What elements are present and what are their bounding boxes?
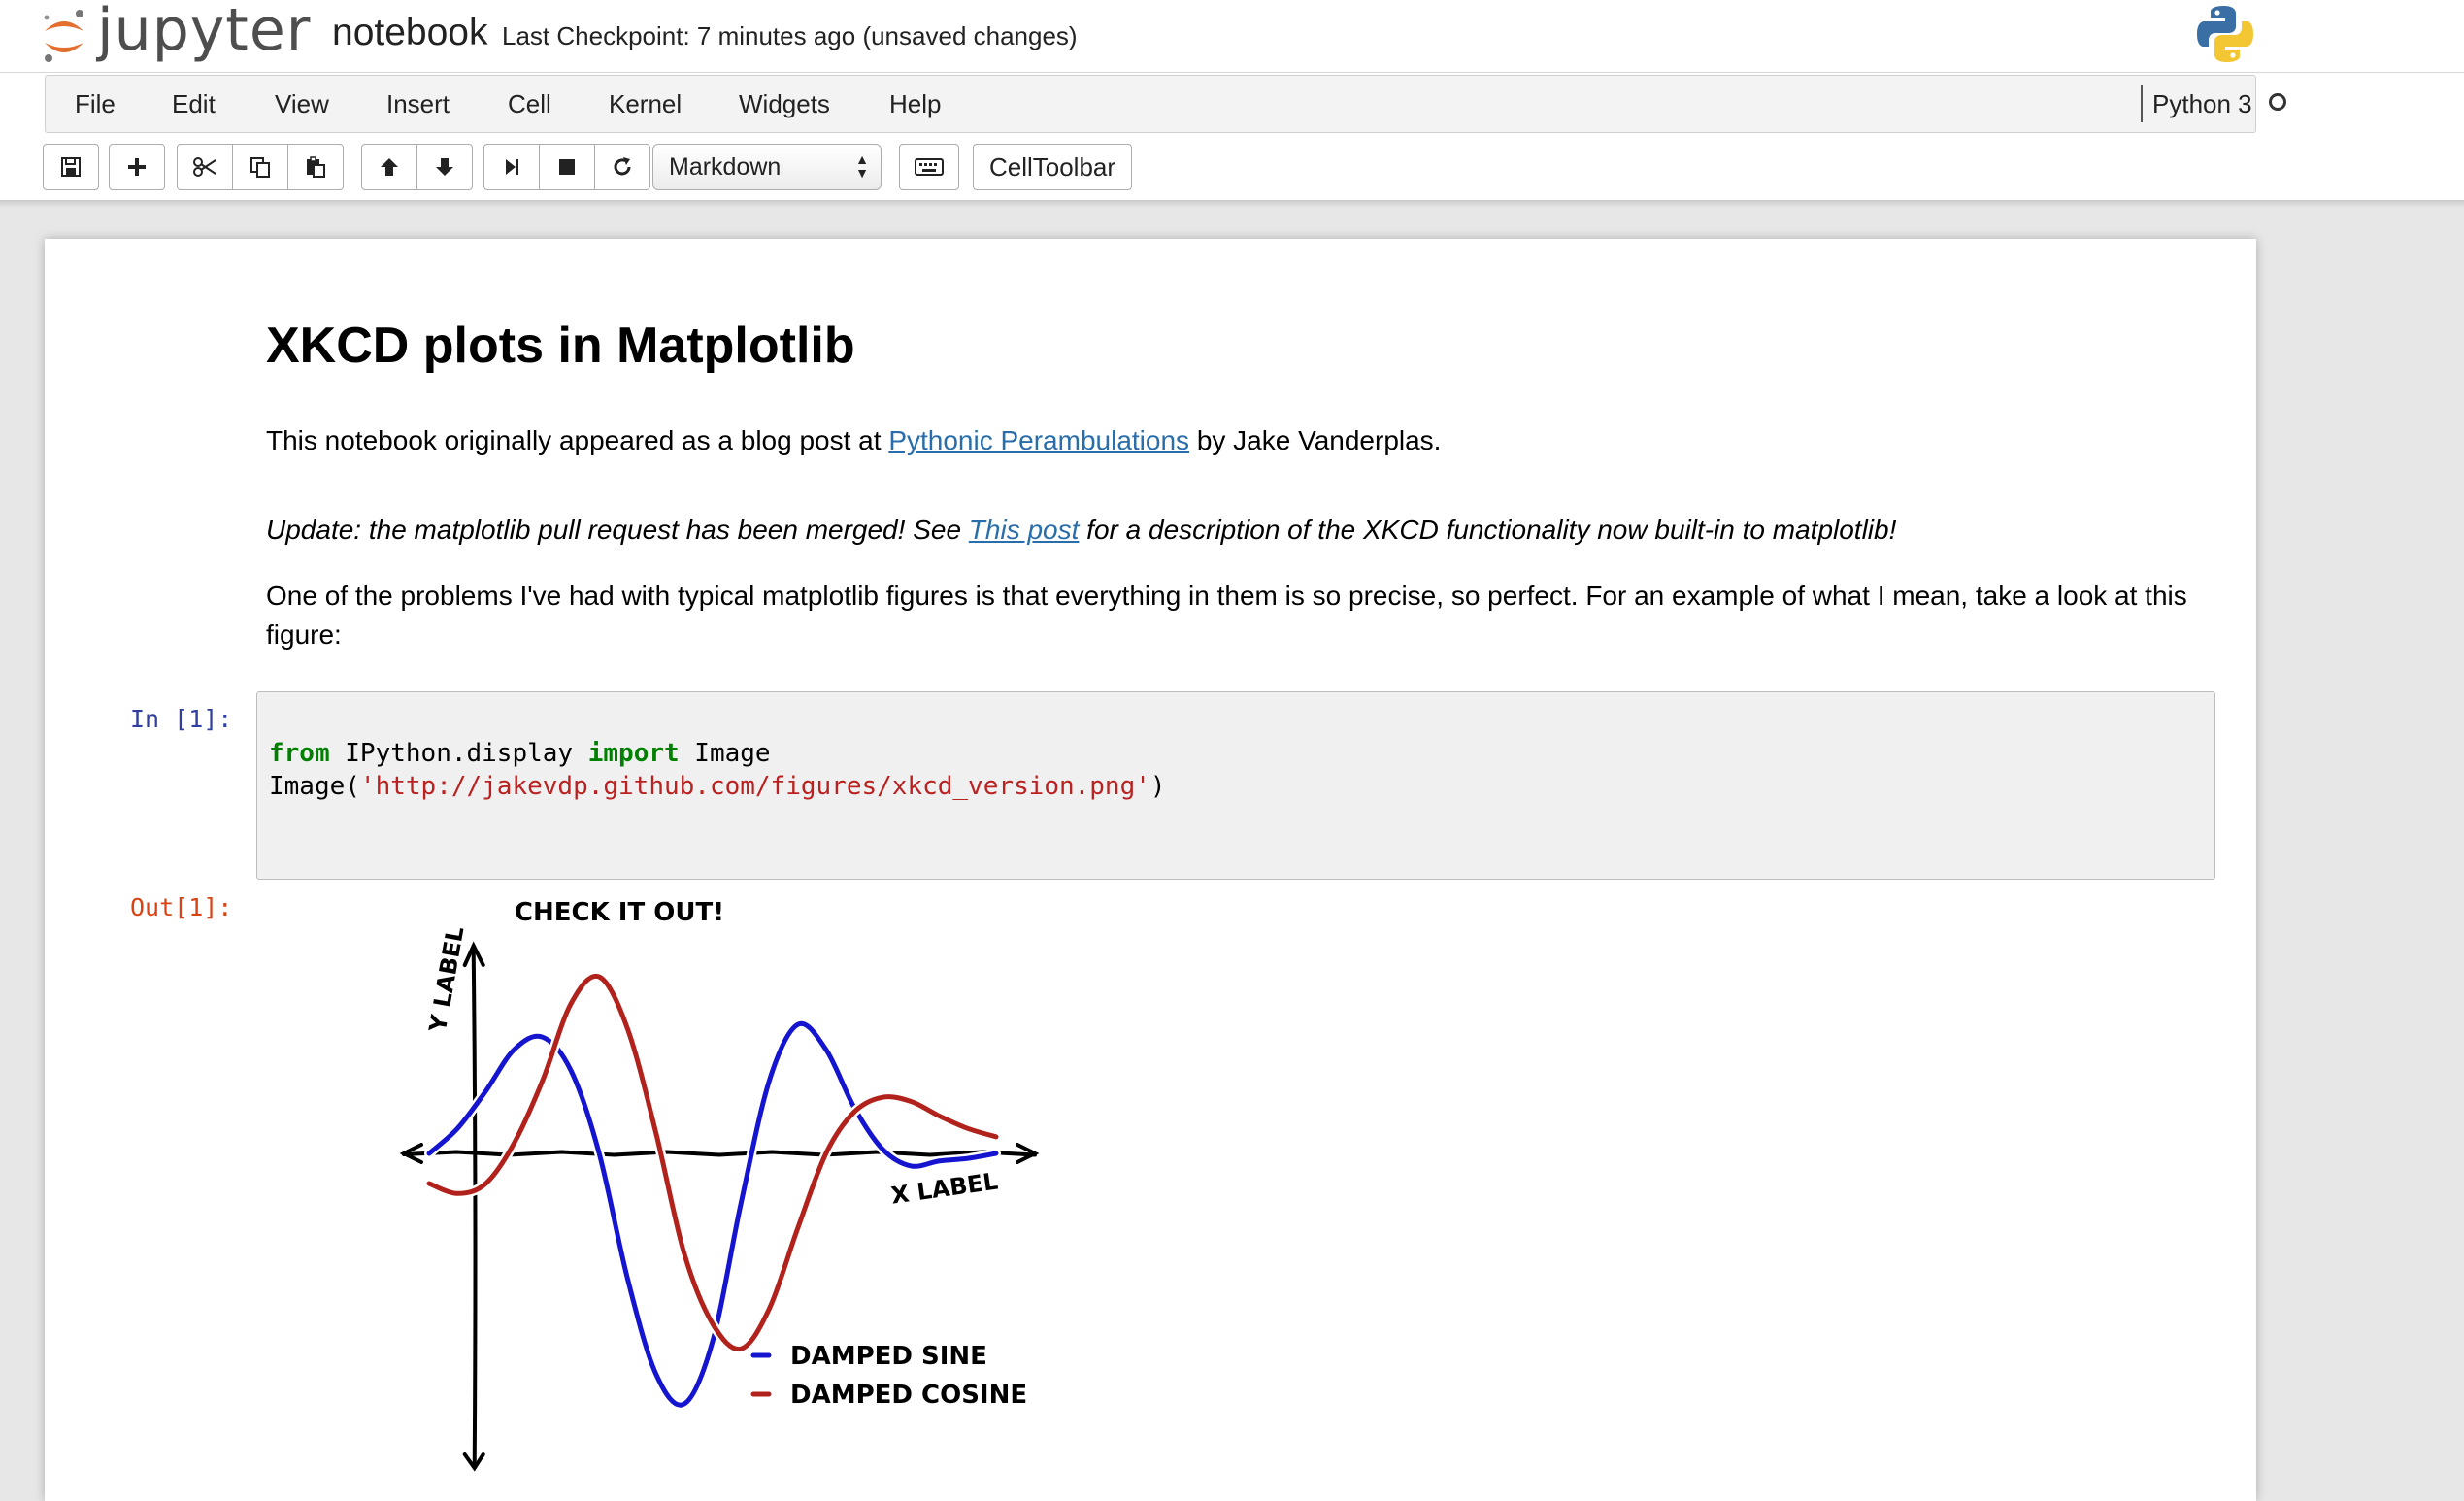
xkcd-output-chart: CHECK IT OUT! Y LABEL X LABEL DAMPED SIN… [399,898,1040,1472]
toolbar-insert-group [109,144,165,190]
code-text: ) [1149,772,1166,801]
menu-insert[interactable]: Insert [386,89,450,119]
keyboard-icon [915,158,944,176]
legend-label-damped-cosine: DAMPED COSINE [790,1381,1027,1410]
command-palette-button[interactable] [899,144,959,190]
code-line-2: Image('http://jakevdp.github.com/figures… [269,772,1166,801]
restart-icon [614,157,631,176]
intro-text-after: by Jake Vanderplas. [1189,425,1442,455]
header-divider [0,72,2464,73]
checkpoint-status: Last Checkpoint: 7 minutes ago (unsaved … [502,21,1078,50]
jupyter-logo-icon [44,10,83,62]
code-cell-editor[interactable]: from IPython.display import Image Image(… [256,691,2215,880]
restart-button[interactable] [594,144,650,190]
chart-xlabel: X LABEL [889,1168,1000,1210]
menu-cell[interactable]: Cell [508,89,551,119]
menu-view[interactable]: View [275,89,329,119]
cut-icon [193,157,216,177]
chart-legend: DAMPED SINE DAMPED COSINE [750,1342,1027,1410]
legend-label-damped-sine: DAMPED SINE [790,1342,987,1371]
intro-text-before: This notebook originally appeared as a b… [266,425,889,455]
toolbar-save-group [43,144,99,190]
this-post-link[interactable]: This post [969,515,1080,545]
toolbar-run-group [483,144,650,190]
menu-file[interactable]: File [75,89,116,119]
menu-edit[interactable]: Edit [172,89,216,119]
code-text: IPython.display [329,739,588,768]
menu-help[interactable]: Help [889,89,941,119]
menu-kernel[interactable]: Kernel [609,89,682,119]
notebook-name[interactable]: notebook [332,12,487,54]
python-logo-icon [2197,6,2253,62]
run-icon [506,159,518,175]
chart-ylabel: Y LABEL [424,924,470,1035]
notebook-header: jupyter notebook Last Checkpoint: 7 minu… [0,0,2464,200]
notebook-container: XKCD plots in Matplotlib This notebook o… [45,239,2256,1501]
markdown-title: XKCD plots in Matplotlib [266,317,855,374]
cut-button[interactable] [177,144,233,190]
paste-icon [307,156,325,178]
arrow-down-icon [436,158,453,176]
keyword-from: from [269,739,330,768]
code-text: Image [679,739,771,768]
interrupt-button[interactable] [539,144,595,190]
code-text: Image( [269,772,360,801]
menubar: File Edit View Insert Cell Kernel Widget… [45,75,2286,133]
markdown-paragraph-update: Update: the matplotlib pull request has … [266,511,2237,550]
cell-type-value: Markdown [669,153,782,181]
kernel-divider [2141,85,2143,122]
arrow-up-icon [381,158,398,176]
select-arrows-icon: ▲ ▼ [855,151,869,181]
menu-widgets[interactable]: Widgets [739,89,830,119]
input-prompt: In [1]: [130,705,233,733]
output-prompt: Out[1]: [130,893,233,921]
save-button[interactable] [43,144,99,190]
save-icon [61,157,81,177]
kernel-idle-indicator-icon [2269,93,2286,111]
markdown-paragraph-intro: This notebook originally appeared as a b… [266,421,2237,460]
chart-title: CHECK IT OUT! [515,898,724,927]
copy-icon [250,157,270,178]
update-text-after: for a description of the XKCD functional… [1079,515,1897,545]
code-string: 'http://jakevdp.github.com/figures/xkcd_… [359,772,1150,801]
insert-cell-button[interactable] [109,144,165,190]
move-up-button[interactable] [361,144,417,190]
update-text-before: Update: the matplotlib pull request has … [266,515,969,545]
cell-type-select[interactable]: Markdown ▲ ▼ [652,144,882,190]
header-shadow [0,200,2464,208]
code-line-1: from IPython.display import Image [269,739,771,768]
kernel-name[interactable]: Python 3 [2152,89,2252,119]
move-down-button[interactable] [416,144,473,190]
copy-button[interactable] [232,144,288,190]
keyword-import: import [587,739,680,768]
markdown-paragraph-problem: One of the problems I've had with typica… [266,581,2187,650]
stop-icon [559,159,575,175]
run-button[interactable] [483,144,540,190]
plus-icon [128,158,146,176]
jupyter-wordmark: jupyter [97,0,312,64]
celltoolbar-button[interactable]: CellToolbar [973,144,1132,190]
toolbar-edit-group [177,144,344,190]
pythonic-perambulations-link[interactable]: Pythonic Perambulations [888,425,1189,455]
toolbar-keyboard-group [899,144,959,190]
x-axis-line [402,1150,1037,1157]
paste-button[interactable] [287,144,344,190]
toolbar-move-group [361,144,473,190]
y-axis-line [471,950,478,1468]
